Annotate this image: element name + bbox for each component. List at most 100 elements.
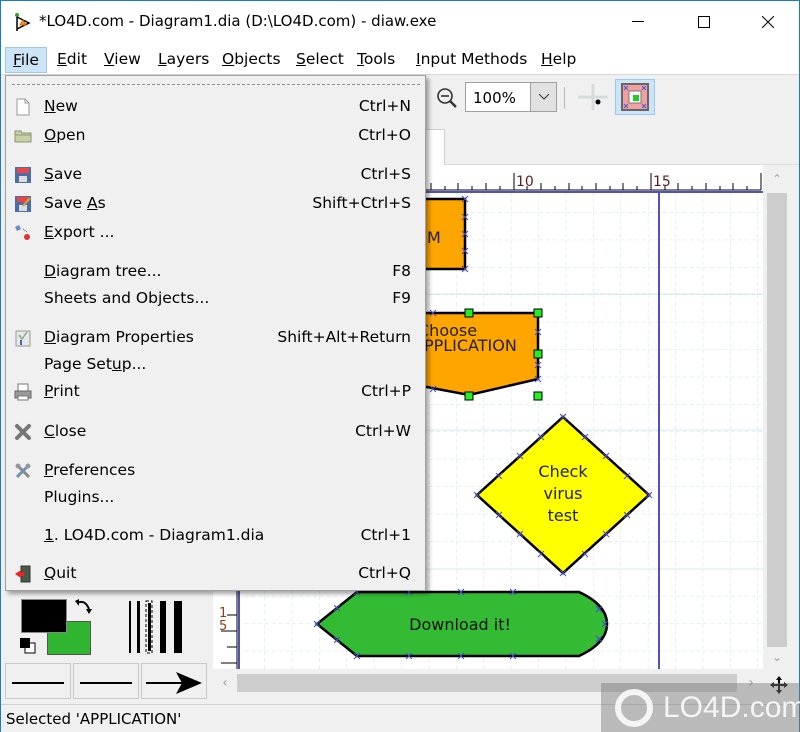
chevron-left-icon: ‹ xyxy=(222,675,228,691)
arrow-icon xyxy=(146,672,202,694)
zoom-level-value[interactable]: 100% xyxy=(473,89,516,107)
menu-item-label: Export ... xyxy=(44,223,114,241)
menu-edit[interactable]: Edit xyxy=(50,47,94,73)
selection-handle[interactable] xyxy=(533,391,543,401)
mnemonic: D xyxy=(44,262,56,280)
menu-item-label: New xyxy=(44,97,78,115)
selection-handle[interactable] xyxy=(464,391,474,401)
scroll-left-button[interactable]: ‹ xyxy=(213,671,237,695)
line-style-button[interactable] xyxy=(73,663,139,699)
chevron-down-icon xyxy=(538,94,549,100)
menu-tearoff-line[interactable] xyxy=(12,84,420,85)
app-window: *LO4D.com - Diagram1.dia (D:\LO4D.com) -… xyxy=(0,0,800,732)
menu-item-print[interactable]: Print Ctrl+P xyxy=(6,379,425,405)
start-arrow-button[interactable] xyxy=(5,663,71,699)
menu-item-close[interactable]: Close Ctrl+W xyxy=(6,419,425,445)
foreground-color-swatch[interactable] xyxy=(21,599,67,633)
mnemonic: u xyxy=(111,355,122,373)
snap-to-grid-icon[interactable] xyxy=(576,82,610,112)
menu-label: ayers xyxy=(166,50,210,68)
shortcut: Ctrl+1 xyxy=(360,526,411,544)
watermark: LO4D.com xyxy=(601,683,800,732)
shape-text-line1: Check xyxy=(538,462,588,481)
menu-label: bjects xyxy=(234,50,281,68)
menu-item-preferences[interactable]: Preferences xyxy=(6,458,425,484)
menu-select[interactable]: Select xyxy=(289,47,351,73)
menu-item-plugins[interactable]: Plugins... xyxy=(6,485,425,511)
menu-tools[interactable]: Tools xyxy=(350,47,402,73)
menu-view[interactable]: View xyxy=(97,47,148,73)
selection-handle[interactable] xyxy=(533,308,543,318)
menu-item-label: Sheets and Objects... xyxy=(44,289,210,307)
menu-item-save[interactable]: Save Ctrl+S xyxy=(6,162,425,188)
menu-item-diagram-tree[interactable]: Diagram tree... F8 xyxy=(6,259,425,285)
end-arrow-button[interactable] xyxy=(141,663,207,699)
export-icon xyxy=(15,225,30,240)
zoom-out-icon[interactable] xyxy=(435,86,459,110)
vertical-scrollbar[interactable]: ⌃ ⌄ xyxy=(765,167,789,667)
menu-help[interactable]: Help xyxy=(534,47,583,73)
menu-item-new[interactable]: New Ctrl+N xyxy=(6,94,425,120)
shape-text: Download it! xyxy=(409,615,511,634)
vertical-scroll-thumb[interactable] xyxy=(767,193,787,647)
menu-item-export[interactable]: Export ... xyxy=(6,220,425,246)
menu-layers[interactable]: Layers xyxy=(151,47,216,73)
default-colors-icon[interactable] xyxy=(19,637,37,655)
menu-item-save-as[interactable]: Save As Shift+Ctrl+S xyxy=(6,191,425,217)
dia-app-icon xyxy=(15,13,31,31)
menu-item-quit[interactable]: Quit Ctrl+Q xyxy=(6,561,425,587)
swap-colors-icon[interactable] xyxy=(73,597,95,619)
vertical-ruler: 1 5 xyxy=(213,591,241,669)
label-rest: ave xyxy=(53,165,83,183)
menu-input-methods[interactable]: Input Methods xyxy=(409,47,534,73)
download-it-shape[interactable]: Download it! xyxy=(314,590,609,658)
label-rest: . LO4D.com - Diagram1.dia xyxy=(53,526,265,544)
menu-objects[interactable]: Objects xyxy=(215,47,288,73)
mnemonic: S xyxy=(44,165,54,183)
menu-mnemonic: E xyxy=(57,50,67,68)
shortcut: Shift+Ctrl+S xyxy=(312,194,411,212)
menu-label: elp xyxy=(552,50,577,68)
selection-handle[interactable] xyxy=(464,308,474,318)
scroll-up-button[interactable]: ⌃ xyxy=(765,169,789,189)
close-window-button[interactable] xyxy=(745,1,791,43)
scroll-down-button[interactable]: ⌄ xyxy=(765,647,789,667)
window-title: *LO4D.com - Diagram1.dia (D:\LO4D.com) -… xyxy=(39,12,437,30)
toolbar-separator xyxy=(564,87,565,109)
menu-item-recent-file[interactable]: 1. LO4D.com - Diagram1.dia Ctrl+1 xyxy=(6,523,425,549)
menu-mnemonic: H xyxy=(541,50,553,68)
ruler-label: 10 xyxy=(516,174,534,190)
close-icon xyxy=(15,424,31,440)
selection-handle[interactable] xyxy=(533,349,543,359)
zoom-dropdown-button[interactable] xyxy=(530,83,556,111)
chevron-up-icon: ⌃ xyxy=(771,172,783,186)
shortcut: Ctrl+S xyxy=(360,165,411,183)
ruler-label: 5 xyxy=(219,619,227,634)
line-width-selector[interactable] xyxy=(127,599,189,655)
mnemonic: C xyxy=(44,422,55,440)
menu-file[interactable]: File xyxy=(5,47,47,73)
menu-mnemonic: S xyxy=(296,50,306,68)
maximize-button[interactable] xyxy=(681,1,727,43)
menu-item-label: Page Setup... xyxy=(44,355,146,373)
menu-item-label: Quit xyxy=(44,564,76,582)
label-rest: s xyxy=(97,194,106,212)
line-style-icon xyxy=(12,682,64,684)
quit-icon xyxy=(15,565,31,583)
minimize-button[interactable] xyxy=(615,1,661,43)
label-rest: p... xyxy=(121,355,147,373)
label-rest: ew xyxy=(55,97,78,115)
menu-item-page-setup[interactable]: Page Setup... xyxy=(6,352,425,378)
menu-item-open[interactable]: Open Ctrl+O xyxy=(6,123,425,149)
menu-item-diagram-properties[interactable]: Diagram Properties Shift+Alt+Return xyxy=(6,325,425,351)
shortcut: F8 xyxy=(392,262,411,280)
label-pre: Save xyxy=(44,194,87,212)
ruler-label: 15 xyxy=(653,174,671,190)
menu-item-label: Close xyxy=(44,422,86,440)
zoom-level-combo[interactable]: 100% xyxy=(465,82,557,112)
mnemonic: Q xyxy=(44,564,57,582)
object-snap-button[interactable] xyxy=(615,79,655,115)
shape-text-line2: virus xyxy=(544,484,583,503)
menu-item-sheets-and-objects[interactable]: Sheets and Objects... F9 xyxy=(6,286,425,312)
label-rest: lose xyxy=(54,422,87,440)
